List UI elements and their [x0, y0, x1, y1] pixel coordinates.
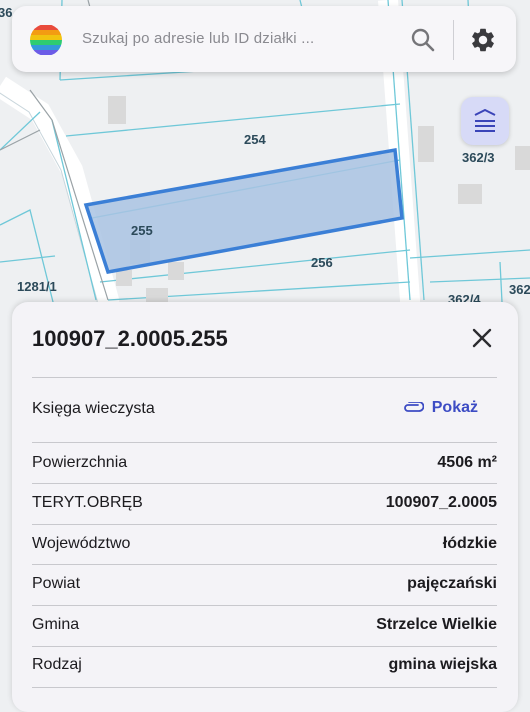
row-label-type: Rodzaj	[32, 656, 82, 673]
row-value-county: pajęczański	[407, 575, 497, 592]
row-label-area: Powierzchnia	[32, 454, 128, 471]
parcel-label: 255	[131, 223, 153, 238]
row-label-voivodeship: Województwo	[32, 535, 131, 552]
gear-icon[interactable]	[469, 26, 497, 54]
show-land-registry-link[interactable]: Pokaż	[402, 399, 478, 417]
row-label-commune: Gmina	[32, 616, 80, 633]
search-input[interactable]: Szukaj po adresie lub ID działki ...	[82, 30, 314, 47]
search-divider	[453, 20, 454, 60]
app-logo	[30, 24, 62, 56]
divider	[32, 605, 497, 606]
parcel-label: 36	[0, 5, 12, 20]
row-value-teryt: 100907_2.0005	[385, 494, 497, 511]
divider	[32, 483, 497, 484]
search-icon[interactable]	[410, 27, 436, 53]
search-bar: Szukaj po adresie lub ID działki ...	[12, 6, 516, 72]
parcel-label: 256	[311, 255, 333, 270]
divider	[32, 564, 497, 565]
parcel-label: 362/3	[462, 150, 495, 165]
row-label-teryt: TERYT.OBRĘB	[32, 494, 143, 511]
divider	[32, 377, 497, 378]
paperclip-icon	[403, 402, 424, 412]
parcel-details-panel: 100907_2.0005.255 Księga wieczysta Pokaż…	[12, 302, 518, 712]
layers-button[interactable]	[461, 97, 509, 145]
row-label-county: Powiat	[32, 575, 81, 592]
row-value-type: gmina wiejska	[388, 656, 498, 673]
land-registry-label: Księga wieczysta	[32, 400, 155, 417]
divider	[32, 442, 497, 443]
row-value-commune: Strzelce Wielkie	[376, 616, 497, 633]
row-value-area: 4506 m²	[437, 454, 497, 471]
parcel-label: 362	[509, 282, 530, 297]
close-icon[interactable]	[468, 324, 496, 352]
row-value-voivodeship: łódzkie	[442, 535, 497, 552]
divider	[32, 524, 497, 525]
parcel-label: 1281/1	[17, 279, 57, 294]
show-link-label: Pokaż	[431, 399, 478, 416]
parcel-label: 254	[244, 132, 266, 147]
layers-icon	[474, 109, 496, 132]
divider	[32, 687, 497, 688]
parcel-id-title: 100907_2.0005.255	[32, 326, 228, 351]
divider	[32, 646, 497, 647]
